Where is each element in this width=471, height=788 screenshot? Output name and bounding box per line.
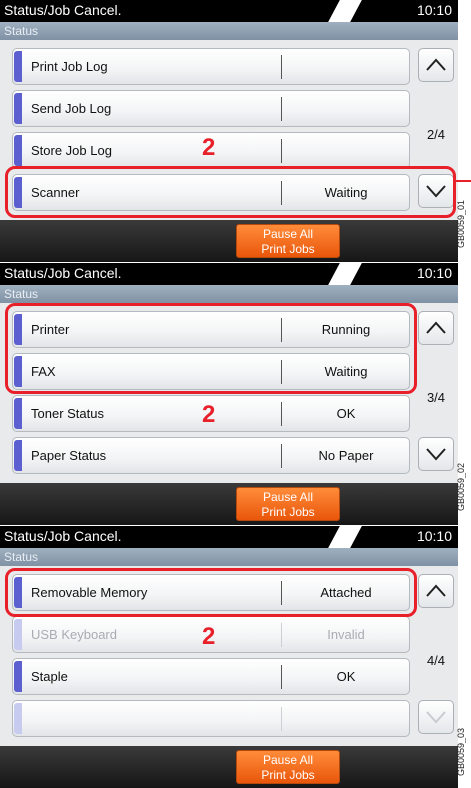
row-label: USB Keyboard <box>31 627 117 642</box>
footer-bar: Pause All Print Jobs <box>0 220 458 262</box>
pause-label-line2: Print Jobs <box>261 768 315 782</box>
footer-bar: Pause All Print Jobs <box>0 746 458 788</box>
status-row-send-job-log[interactable]: Send Job Log <box>12 90 410 127</box>
status-row-paper-status[interactable]: Paper Status No Paper <box>12 437 410 474</box>
row-divider <box>281 139 282 163</box>
row-value: OK <box>336 406 356 421</box>
row-divider <box>281 665 282 689</box>
row-label: Staple <box>31 669 68 684</box>
clock: 10:10 <box>416 265 452 281</box>
chevron-up-icon <box>426 58 446 71</box>
status-panel-2: Status/Job Cancel. 10:10 Status Printer … <box>0 263 458 525</box>
pause-label-line1: Pause All <box>262 753 314 767</box>
row-label: Print Job Log <box>31 59 108 74</box>
status-tab[interactable]: Status <box>0 22 458 40</box>
chevron-up-icon <box>426 584 446 597</box>
status-row-staple[interactable]: Staple OK <box>12 658 410 695</box>
status-tab[interactable]: Status <box>0 285 458 303</box>
clock: 10:10 <box>416 528 452 544</box>
footer-bar: Pause All Print Jobs <box>0 483 458 525</box>
screen-title: Status/Job Cancel. <box>4 528 122 544</box>
image-code: GB0059_03 <box>456 728 466 777</box>
scroll-down-button[interactable] <box>418 437 454 471</box>
scroll-up-button[interactable] <box>418 48 454 82</box>
image-code: GB0059_01 <box>456 200 466 249</box>
title-bar-notch <box>328 526 362 548</box>
row-marker <box>14 619 22 650</box>
row-label: Store Job Log <box>31 143 112 158</box>
row-value: No Paper <box>318 448 374 463</box>
row-divider <box>281 444 282 468</box>
step-number: 2 <box>202 623 216 650</box>
row-label: Paper Status <box>31 448 107 463</box>
row-value: OK <box>336 669 356 684</box>
step-number: 2 <box>202 134 216 161</box>
row-marker <box>14 703 22 734</box>
highlight-box <box>5 568 417 617</box>
chevron-down-icon <box>426 711 446 724</box>
row-marker <box>14 661 22 692</box>
highlight-box <box>5 166 456 218</box>
row-marker <box>14 51 22 82</box>
screen-title: Status/Job Cancel. <box>4 265 122 281</box>
title-bar: Status/Job Cancel. 10:10 <box>0 0 458 22</box>
row-divider <box>281 623 282 647</box>
page-indicator: 2/4 <box>426 127 446 142</box>
row-marker <box>14 135 22 166</box>
pause-label-line1: Pause All <box>262 490 314 504</box>
image-code: GB0059_02 <box>456 463 466 512</box>
scroll-down-button <box>418 700 454 734</box>
scroll-up-button[interactable] <box>418 311 454 345</box>
status-row-print-job-log[interactable]: Print Job Log <box>12 48 410 85</box>
row-divider <box>281 402 282 426</box>
title-bar: Status/Job Cancel. 10:10 <box>0 263 458 285</box>
callout-line <box>453 180 471 182</box>
row-label: Send Job Log <box>31 101 112 116</box>
clock: 10:10 <box>416 2 452 18</box>
status-row-empty <box>12 700 410 737</box>
status-panel-1: Status/Job Cancel. 10:10 Status Print Jo… <box>0 0 458 262</box>
row-divider <box>281 55 282 79</box>
status-tab-label: Status <box>4 24 39 38</box>
pause-all-print-jobs-button[interactable]: Pause All Print Jobs <box>236 224 340 258</box>
scroll-up-button[interactable] <box>418 574 454 608</box>
row-divider <box>281 707 282 731</box>
chevron-down-icon <box>426 448 446 461</box>
row-value: Invalid <box>327 627 365 642</box>
pause-label-line1: Pause All <box>262 227 314 241</box>
title-bar-notch <box>328 263 362 285</box>
pause-label-line2: Print Jobs <box>261 505 315 519</box>
step-number: 2 <box>202 401 216 428</box>
status-panel-3: Status/Job Cancel. 10:10 Status Removabl… <box>0 526 458 788</box>
row-marker <box>14 398 22 429</box>
page-indicator: 4/4 <box>426 653 446 668</box>
screen-title: Status/Job Cancel. <box>4 2 122 18</box>
chevron-up-icon <box>426 321 446 334</box>
title-bar: Status/Job Cancel. 10:10 <box>0 526 458 548</box>
page-indicator: 3/4 <box>426 390 446 405</box>
row-marker <box>14 440 22 471</box>
status-tab-label: Status <box>4 287 39 301</box>
row-label: Toner Status <box>31 406 104 421</box>
status-tab[interactable]: Status <box>0 548 458 566</box>
pause-label-line2: Print Jobs <box>261 242 315 256</box>
pause-all-print-jobs-button[interactable]: Pause All Print Jobs <box>236 750 340 784</box>
row-marker <box>14 93 22 124</box>
title-bar-notch <box>328 0 362 22</box>
highlight-box <box>5 303 417 394</box>
row-divider <box>281 97 282 121</box>
status-tab-label: Status <box>4 550 39 564</box>
pause-all-print-jobs-button[interactable]: Pause All Print Jobs <box>236 487 340 521</box>
